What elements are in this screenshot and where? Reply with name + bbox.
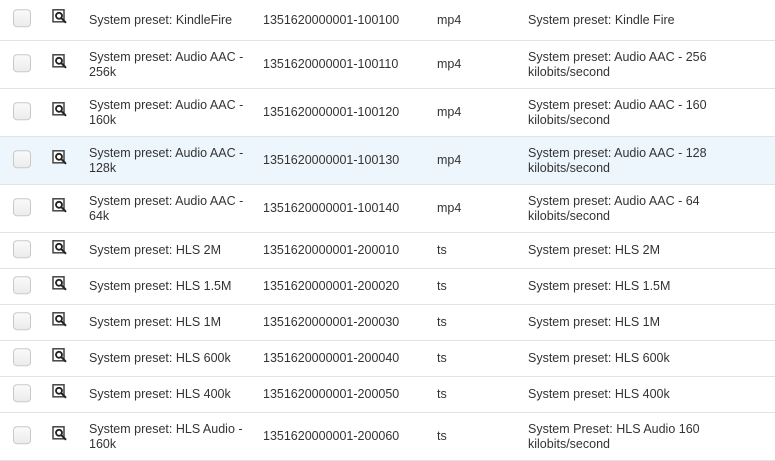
preset-id: 1351620000001-100110 [263,57,399,71]
table-row[interactable]: System preset: Audio AAC - 160k 13516200… [0,89,775,137]
preset-container: mp4 [437,105,462,119]
preset-id: 1351620000001-100120 [263,105,400,119]
preset-name: System preset: KindleFire [89,12,233,27]
preset-id: 1351620000001-200040 [263,351,400,365]
preset-name: System preset: Audio AAC - 64k [89,193,244,223]
preset-name: System preset: HLS 600k [89,351,231,365]
row-checkbox[interactable] [13,383,31,402]
row-checkbox[interactable] [13,197,31,216]
preset-id: 1351620000001-200030 [263,315,400,329]
preset-description: System preset: Kindle Fire [528,12,675,27]
preset-name: System preset: HLS 1.5M [89,279,232,293]
preset-name: System preset: Audio AAC - 256k [89,49,244,79]
row-checkbox[interactable] [13,149,31,168]
preset-description: System preset: HLS 2M [528,243,660,257]
preset-container: ts [437,279,447,293]
preset-name: System preset: Audio AAC - 160k [89,97,244,127]
preset-description: System preset: HLS 400k [528,387,670,401]
preset-id: 1351620000001-200020 [263,279,400,293]
preset-description: System preset: HLS 600k [528,351,670,365]
row-checkbox[interactable] [13,311,31,330]
preset-description: System preset: Audio AAC - 128 kilobits/… [528,145,707,175]
view-details-icon[interactable] [52,9,68,25]
table-row[interactable]: System preset: Audio AAC - 256k 13516200… [0,41,775,89]
row-checkbox[interactable] [13,53,31,72]
preset-container: ts [437,243,447,257]
presets-table: System preset: KindleFire 1351620000001-… [0,0,775,461]
preset-id: 1351620000001-200010 [263,243,400,257]
table-row[interactable]: System preset: HLS 2M 1351620000001-2000… [0,233,775,269]
row-checkbox[interactable] [13,9,31,28]
preset-container: mp4 [437,153,462,167]
view-details-icon[interactable] [52,425,68,441]
preset-container: ts [437,351,447,365]
preset-container: mp4 [437,201,462,215]
row-checkbox[interactable] [13,347,31,366]
table-row[interactable]: System preset: HLS 1M 1351620000001-2000… [0,305,775,341]
table-row[interactable]: System preset: HLS Audio - 160k 13516200… [0,413,775,461]
table-row[interactable]: System preset: HLS 600k 1351620000001-20… [0,341,775,377]
view-details-icon[interactable] [52,101,68,117]
table-row[interactable]: System preset: Audio AAC - 64k 135162000… [0,185,775,233]
preset-id: 1351620000001-100130 [263,153,400,167]
preset-description: System preset: HLS 1M [528,315,660,329]
table-row[interactable]: System preset: HLS 400k 1351620000001-20… [0,377,775,413]
preset-id: 1351620000001-200050 [263,387,400,401]
table-row[interactable]: System preset: KindleFire 1351620000001-… [0,0,775,41]
view-details-icon[interactable] [52,53,68,69]
preset-description: System preset: HLS 1.5M [528,279,671,293]
preset-id: 1351620000001-200060 [263,429,400,443]
view-details-icon[interactable] [52,275,68,291]
table-row[interactable]: System preset: Audio AAC - 128k 13516200… [0,137,775,185]
preset-name: System preset: HLS 1M [89,315,221,329]
view-details-icon[interactable] [52,197,68,213]
view-details-icon[interactable] [52,311,68,327]
view-details-icon[interactable] [52,149,68,165]
preset-name: System preset: HLS 400k [89,387,231,401]
preset-container: mp4 [437,12,462,27]
preset-container: ts [437,387,447,401]
preset-id: 1351620000001-100140 [263,201,400,215]
preset-description: System Preset: HLS Audio 160 kilobits/se… [528,421,700,451]
row-checkbox[interactable] [13,275,31,294]
preset-id: 1351620000001-100100 [263,12,400,27]
preset-name: System preset: HLS 2M [89,243,221,257]
preset-container: ts [437,315,447,329]
preset-description: System preset: Audio AAC - 256 kilobits/… [528,49,707,79]
preset-container: ts [437,429,447,443]
preset-container: mp4 [437,57,462,71]
table-row[interactable]: System preset: HLS 1.5M 1351620000001-20… [0,269,775,305]
row-checkbox[interactable] [13,425,31,444]
preset-description: System preset: Audio AAC - 160 kilobits/… [528,97,707,127]
preset-name: System preset: Audio AAC - 128k [89,145,244,175]
row-checkbox[interactable] [13,239,31,258]
view-details-icon[interactable] [52,383,68,399]
view-details-icon[interactable] [52,239,68,255]
preset-description: System preset: Audio AAC - 64 kilobits/s… [528,193,700,223]
preset-name: System preset: HLS Audio - 160k [89,421,243,451]
view-details-icon[interactable] [52,347,68,363]
row-checkbox[interactable] [13,101,31,120]
